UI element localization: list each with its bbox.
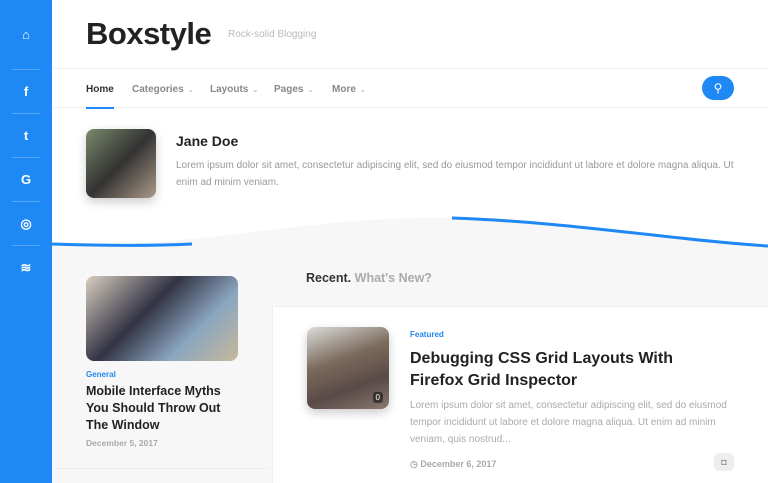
divider: [52, 468, 270, 469]
google-icon[interactable]: G: [12, 158, 40, 202]
section-heading: Recent. What's New?: [306, 271, 432, 285]
nav-home[interactable]: Home: [86, 84, 114, 95]
home-icon[interactable]: ⌂: [12, 0, 40, 70]
clock-icon: ◷: [410, 459, 418, 469]
nav-label: Layouts: [210, 84, 248, 95]
nav-label: Categories: [132, 84, 184, 95]
post-excerpt: Lorem ipsum dolor sit amet, consectetur …: [410, 397, 730, 448]
site-tagline: Rock-solid Blogging: [228, 29, 316, 40]
author-name[interactable]: Jane Doe: [176, 133, 238, 149]
nav-more[interactable]: More ⌄: [332, 84, 366, 95]
post-thumbnail[interactable]: [86, 276, 238, 361]
wave-divider: [52, 210, 768, 260]
main-nav: Home Categories ⌄ Layouts ⌄ Pages ⌄ More ⌄: [52, 68, 768, 108]
site-logo[interactable]: Boxstyle: [86, 16, 211, 52]
nav-pages[interactable]: Pages ⌄: [274, 84, 313, 95]
nav-label: Home: [86, 84, 114, 95]
search-icon: ⚲: [714, 81, 723, 95]
twitter-icon[interactable]: t: [12, 114, 40, 158]
post-title[interactable]: Mobile Interface Myths You Should Throw …: [86, 383, 246, 434]
nav-layouts[interactable]: Layouts ⌄: [210, 84, 258, 95]
post-title[interactable]: Debugging CSS Grid Layouts With Firefox …: [410, 348, 730, 392]
post-category[interactable]: Featured: [410, 330, 444, 339]
chevron-down-icon: ⌄: [360, 87, 366, 94]
post-category[interactable]: General: [86, 370, 116, 379]
camera-icon[interactable]: ◘: [714, 453, 734, 471]
comment-count[interactable]: 0: [373, 392, 383, 403]
chevron-down-icon: ⌄: [188, 87, 194, 94]
nav-categories[interactable]: Categories ⌄: [132, 84, 194, 95]
author-avatar: [86, 129, 156, 198]
nav-label: Pages: [274, 84, 303, 95]
date-text: December 6, 2017: [420, 459, 496, 469]
post-date: ◷ December 6, 2017: [410, 459, 496, 470]
heading-sub: What's New?: [355, 271, 432, 285]
chevron-down-icon: ⌄: [307, 87, 313, 94]
nav-label: More: [332, 84, 356, 95]
author-bio: Lorem ipsum dolor sit amet, consectetur …: [176, 157, 746, 191]
featured-thumbnail[interactable]: 0: [307, 327, 389, 409]
heading-main: Recent.: [306, 271, 351, 285]
post-date: December 5, 2017: [86, 438, 158, 448]
social-sidebar: ⌂ f t G ◎ ≋: [0, 0, 52, 483]
chevron-down-icon: ⌄: [252, 87, 258, 94]
search-button[interactable]: ⚲: [702, 76, 734, 100]
dribbble-icon[interactable]: ◎: [12, 202, 40, 246]
facebook-icon[interactable]: f: [12, 70, 40, 114]
rss-icon[interactable]: ≋: [12, 246, 40, 290]
